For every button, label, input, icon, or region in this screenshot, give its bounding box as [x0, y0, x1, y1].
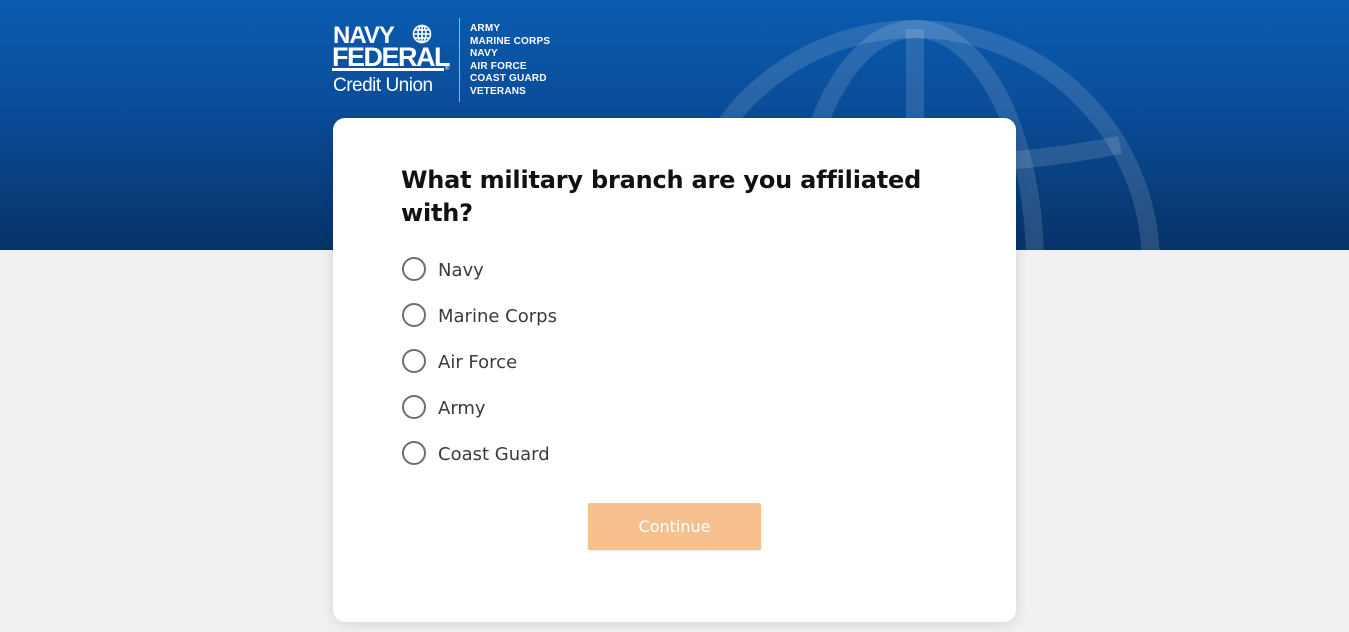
branches-list: ARMY MARINE CORPS NAVY AIR FORCE COAST G… [470, 23, 550, 98]
option-label[interactable]: Marine Corps [438, 306, 557, 327]
branch-coast-guard: COAST GUARD [470, 73, 547, 84]
option-label[interactable]: Navy [438, 260, 484, 281]
option-label[interactable]: Army [438, 398, 486, 419]
logo-credit-union-text: Credit Union [333, 75, 433, 96]
branch-air-force: AIR FORCE [470, 60, 527, 72]
option-label[interactable]: Air Force [438, 352, 517, 373]
logo-registered-mark: ® [445, 66, 450, 72]
option-army[interactable]: Army [402, 385, 557, 431]
branch-options: Navy Marine Corps Air Force Army Coast G… [402, 247, 557, 477]
option-air-force[interactable]: Air Force [402, 339, 557, 385]
continue-button[interactable]: Continue [588, 503, 761, 550]
logo-underline [332, 68, 444, 71]
branch-veterans: VETERANS [470, 85, 527, 97]
radio-unchecked-icon[interactable] [402, 349, 426, 373]
radio-unchecked-icon[interactable] [402, 395, 426, 419]
logo-federal-text: FEDERAL [332, 42, 451, 72]
option-navy[interactable]: Navy [402, 247, 557, 293]
option-label[interactable]: Coast Guard [438, 444, 550, 465]
branch-navy: NAVY [470, 48, 498, 59]
radio-unchecked-icon[interactable] [402, 303, 426, 327]
page: NAVY FEDERAL ® Credit Union ARMY MARINE … [0, 0, 1349, 632]
radio-unchecked-icon[interactable] [402, 257, 426, 281]
question-card: What military branch are you affiliated … [333, 118, 1016, 622]
logo-globe-icon [412, 24, 432, 44]
option-coast-guard[interactable]: Coast Guard [402, 431, 557, 477]
option-marine-corps[interactable]: Marine Corps [402, 293, 557, 339]
radio-unchecked-icon[interactable] [402, 441, 426, 465]
branch-army: ARMY [470, 23, 501, 34]
logo-divider [459, 18, 460, 102]
navy-federal-logo[interactable]: NAVY FEDERAL ® Credit Union ARMY MARINE … [332, 18, 562, 102]
question-title: What military branch are you affiliated … [401, 166, 922, 227]
branch-marine-corps: MARINE CORPS [470, 35, 551, 47]
